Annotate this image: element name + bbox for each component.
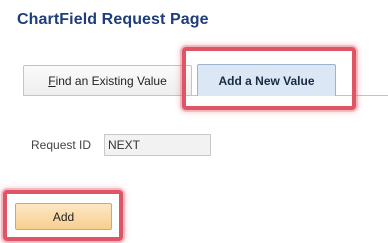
request-id-field[interactable] [104, 134, 211, 156]
tab-add-new-value[interactable]: Add a New Value [197, 64, 336, 96]
tab-find-label: ind an Existing Value [55, 73, 167, 88]
tab-find-accelerator: F [48, 73, 56, 88]
add-button[interactable]: Add [15, 203, 112, 230]
tab-find-existing-value[interactable]: Find an Existing Value [23, 65, 192, 96]
request-id-label: Request ID [31, 138, 92, 152]
page-title: ChartField Request Page [17, 11, 209, 28]
add-button-label: Add [52, 209, 75, 224]
tab-add-label: Add a New Value [218, 73, 315, 88]
